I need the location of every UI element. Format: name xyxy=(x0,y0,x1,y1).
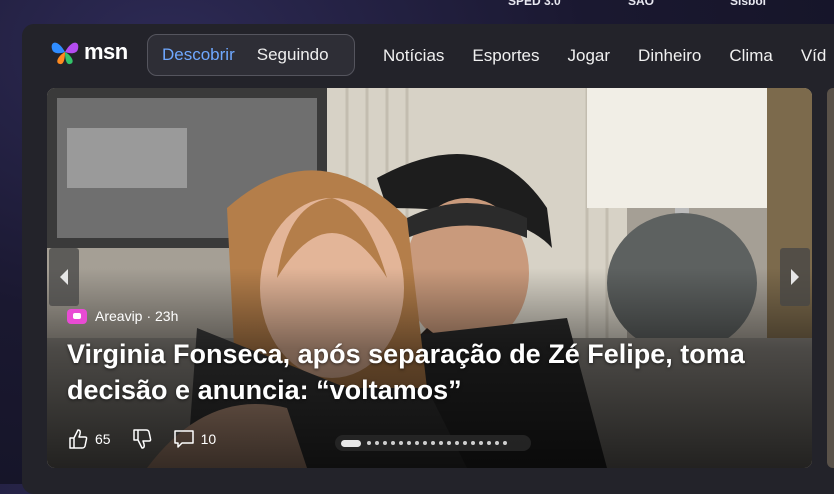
msn-logo[interactable]: msn xyxy=(50,37,128,67)
carousel-dot[interactable] xyxy=(503,441,507,445)
tab-seguindo[interactable]: Seguindo xyxy=(249,45,343,65)
carousel-dot[interactable] xyxy=(391,441,395,445)
comment-button[interactable]: 10 xyxy=(173,428,217,450)
topstrip-item[interactable]: SPED 3.0 xyxy=(508,0,561,8)
carousel-dot[interactable] xyxy=(383,441,387,445)
topstrip-item[interactable]: Sisbol xyxy=(730,0,766,8)
carousel-dot[interactable] xyxy=(415,441,419,445)
reaction-bar: 65 10 xyxy=(67,428,236,450)
thumbs-up-icon xyxy=(69,429,88,449)
hero-carousel-card[interactable]: Areavip · 23h Virginia Fonseca, após sep… xyxy=(47,88,812,468)
comment-count: 10 xyxy=(200,431,217,447)
category-nav: Notícias Esportes Jogar Dinheiro Clima V… xyxy=(383,46,834,66)
dislike-button[interactable] xyxy=(131,428,153,450)
nav-esportes[interactable]: Esportes xyxy=(472,46,539,66)
comment-icon xyxy=(173,430,194,448)
carousel-dot[interactable] xyxy=(431,441,435,445)
taskbar-strip: SPED 3.0 SÃO Sisbol xyxy=(0,0,834,14)
carousel-dot[interactable] xyxy=(439,441,443,445)
carousel-next-button[interactable] xyxy=(780,248,810,306)
chevron-right-icon xyxy=(791,269,799,285)
carousel-dot[interactable] xyxy=(463,441,467,445)
nav-jogar[interactable]: Jogar xyxy=(568,46,611,66)
article-source[interactable]: Areavip · 23h xyxy=(67,308,178,324)
source-name: Areavip xyxy=(95,308,143,324)
article-age: · 23h xyxy=(146,308,179,324)
like-count: 65 xyxy=(95,431,111,447)
carousel-dot[interactable] xyxy=(375,441,379,445)
carousel-dot[interactable] xyxy=(471,441,475,445)
carousel-dot[interactable] xyxy=(495,441,499,445)
publisher-logo-icon xyxy=(67,308,87,324)
article-headline[interactable]: Virginia Fonseca, após separação de Zé F… xyxy=(67,336,787,408)
carousel-dot[interactable] xyxy=(423,441,427,445)
carousel-prev-button[interactable] xyxy=(49,248,79,306)
feed-toggle: Descobrir Seguindo xyxy=(147,34,355,76)
nav-noticias[interactable]: Notícias xyxy=(383,46,444,66)
logo-text: msn xyxy=(84,39,128,64)
butterfly-icon xyxy=(51,42,79,65)
nav-dinheiro[interactable]: Dinheiro xyxy=(638,46,701,66)
next-card-peek[interactable] xyxy=(827,88,834,468)
carousel-dot[interactable] xyxy=(367,441,371,445)
carousel-dot[interactable] xyxy=(447,441,451,445)
carousel-dot[interactable] xyxy=(399,441,403,445)
nav-videos[interactable]: Víd xyxy=(801,46,827,66)
topstrip-item[interactable]: SÃO xyxy=(628,0,654,8)
msn-panel: msn Descobrir Seguindo Notícias Esportes… xyxy=(22,24,834,494)
thumbs-down-icon xyxy=(132,429,151,449)
tab-descobrir[interactable]: Descobrir xyxy=(148,45,249,65)
carousel-pagination[interactable] xyxy=(335,435,531,451)
carousel-dot-active[interactable] xyxy=(341,439,361,447)
carousel-dot[interactable] xyxy=(487,441,491,445)
chevron-left-icon xyxy=(60,269,68,285)
top-navbar: msn Descobrir Seguindo Notícias Esportes… xyxy=(22,24,834,88)
carousel-dot[interactable] xyxy=(455,441,459,445)
carousel-dot[interactable] xyxy=(479,441,483,445)
like-button[interactable]: 65 xyxy=(67,428,111,450)
nav-clima[interactable]: Clima xyxy=(729,46,772,66)
carousel-dot[interactable] xyxy=(407,441,411,445)
